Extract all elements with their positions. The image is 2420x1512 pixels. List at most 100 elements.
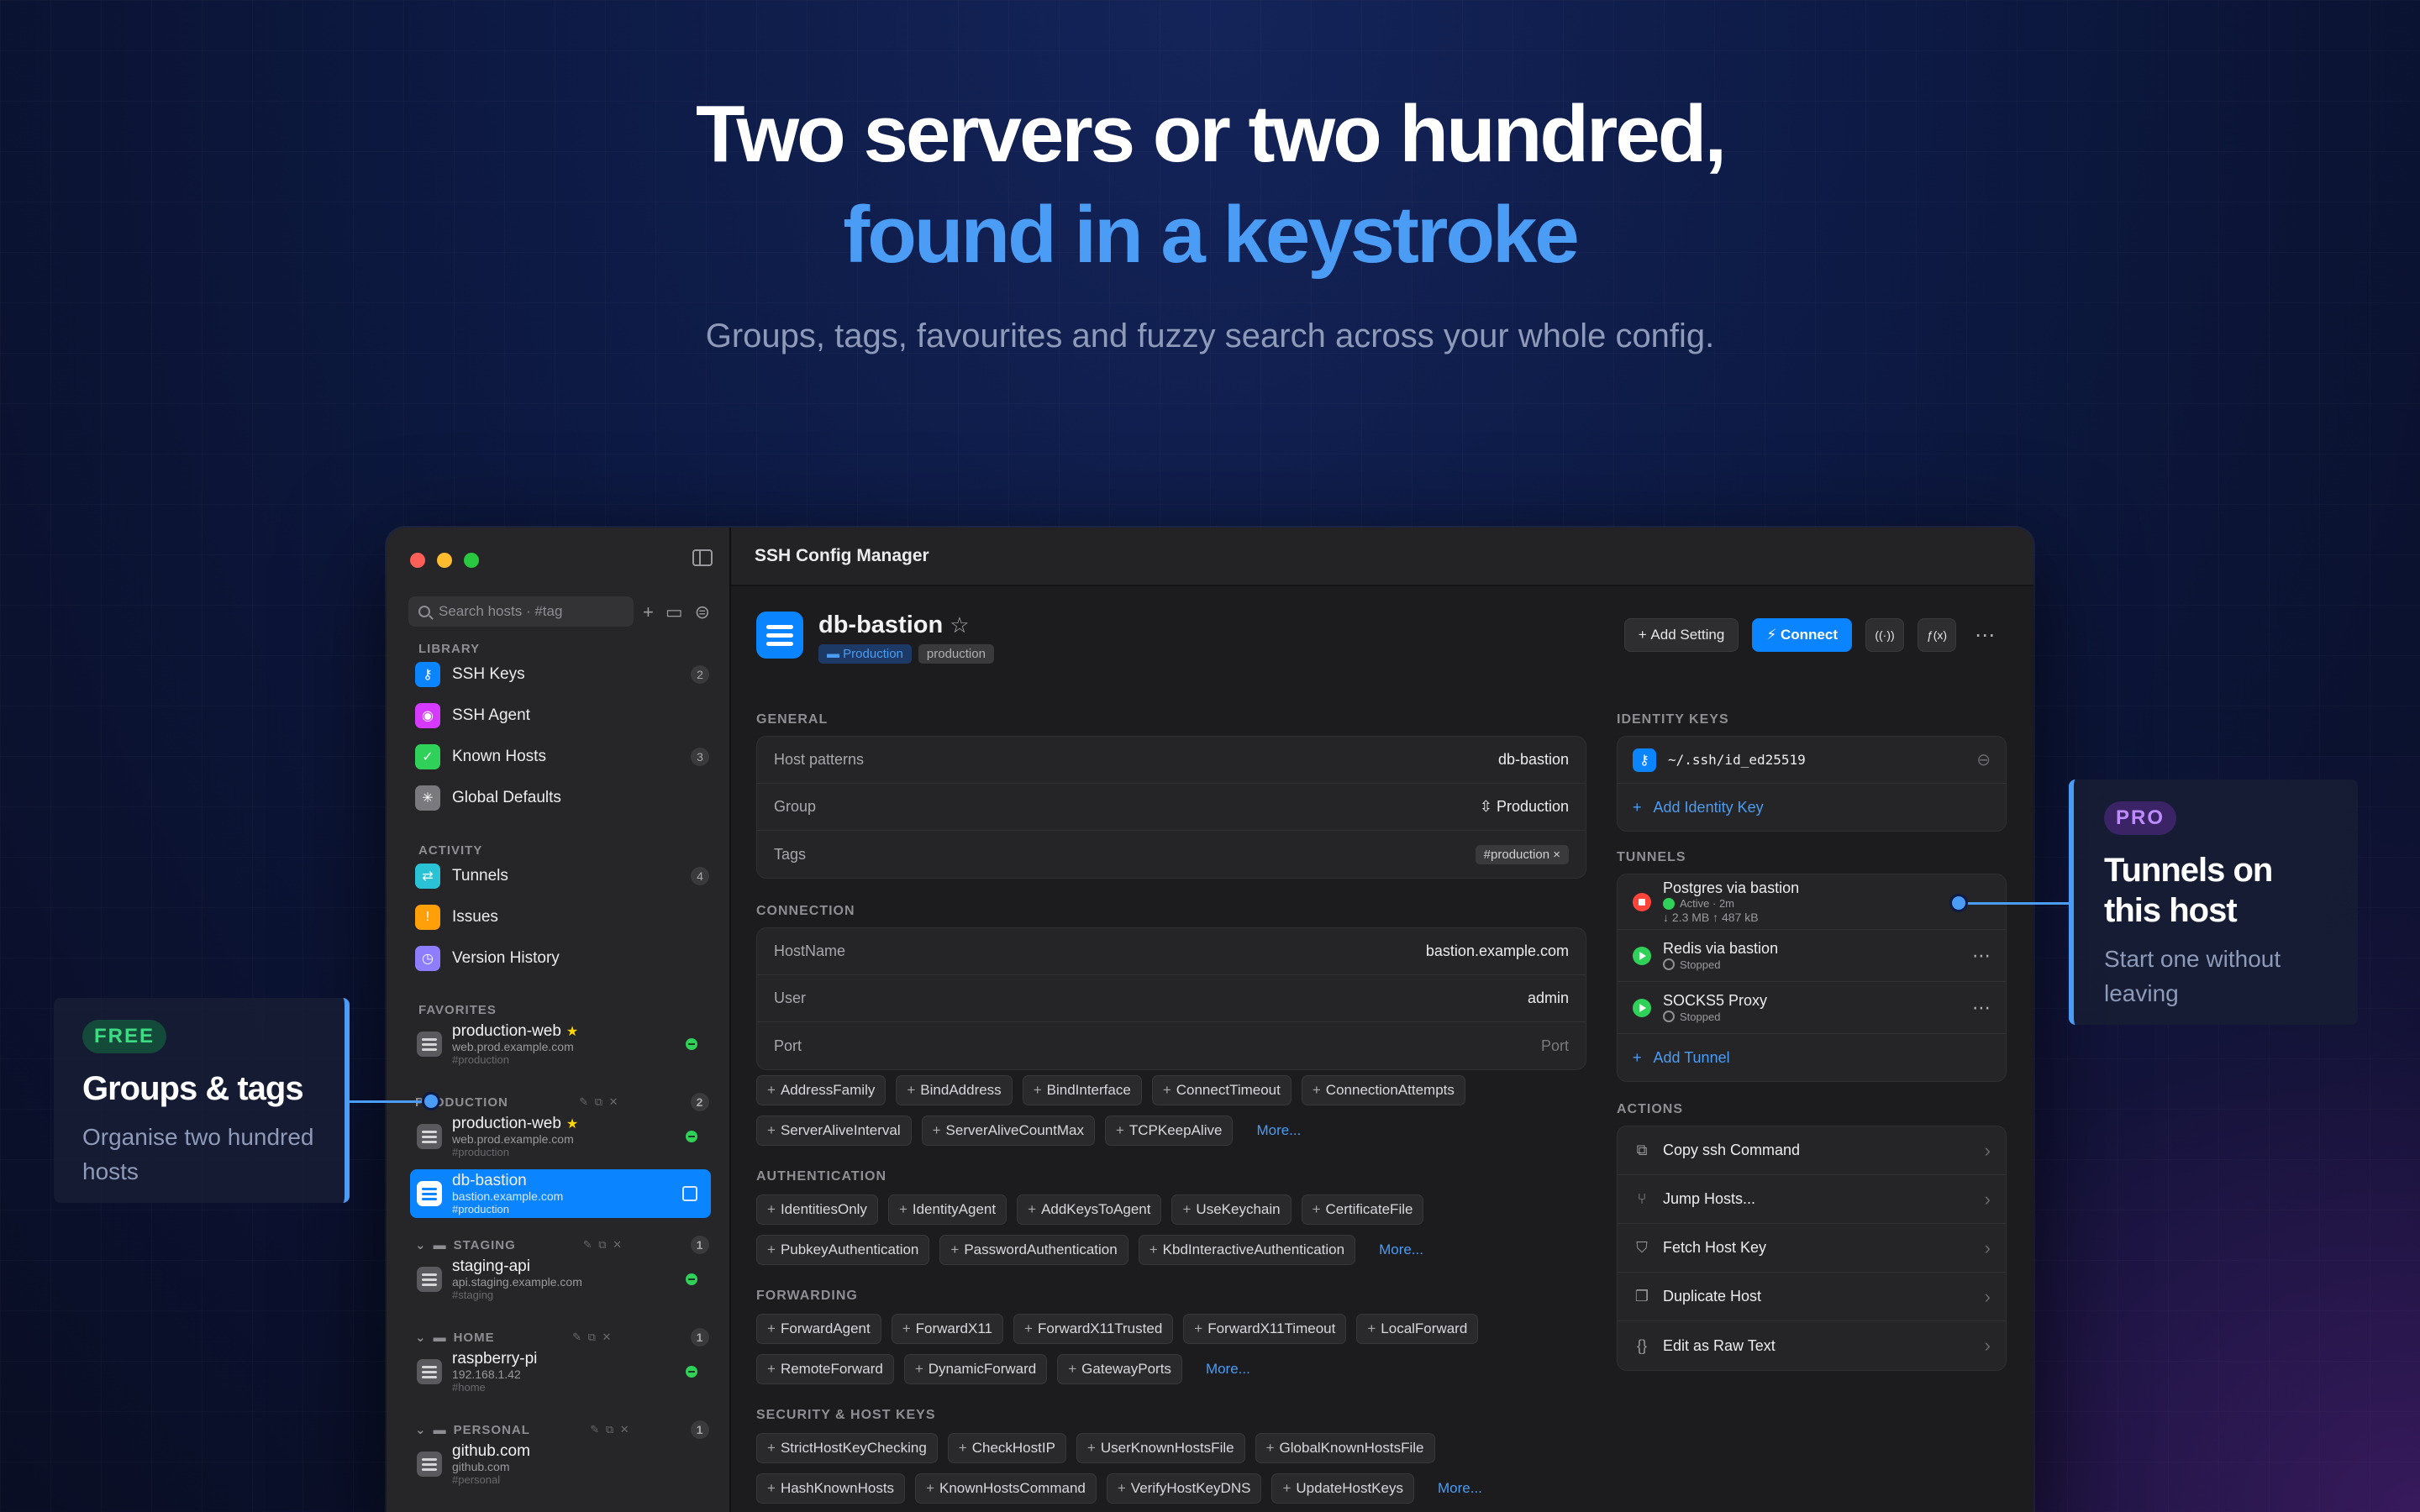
function-icon[interactable]: ƒ(x) xyxy=(1918,618,1956,652)
fetch-host-key-row[interactable]: ⛉ Fetch Host Key › xyxy=(1618,1224,2006,1273)
option-pill[interactable]: + ForwardX11 xyxy=(891,1314,1003,1344)
more-link[interactable]: More... xyxy=(1243,1116,1314,1146)
option-pill[interactable]: + PubkeyAuthentication xyxy=(756,1235,930,1265)
sidebar-item-known-hosts[interactable]: ✓ Known Hosts 3 xyxy=(415,740,709,774)
group-tools-icons[interactable]: ✎ ⧉ ✕ xyxy=(583,1238,623,1252)
more-link[interactable]: More... xyxy=(1192,1354,1264,1384)
duplicate-host-row[interactable]: ❐ Duplicate Host › xyxy=(1618,1273,2006,1321)
add-setting-button[interactable]: + Add Setting xyxy=(1623,618,1739,652)
sidebar-item-issues[interactable]: ! Issues xyxy=(415,900,709,934)
option-pill[interactable]: + ForwardX11Timeout xyxy=(1183,1314,1347,1344)
connect-button[interactable]: ⚡ Connect xyxy=(1752,618,1852,652)
more-options-icon[interactable]: ⋯ xyxy=(1972,997,1991,1019)
row-value[interactable]: db-bastion xyxy=(1498,751,1569,769)
tag-chip-removable[interactable]: #production × xyxy=(1475,844,1569,864)
option-pill[interactable]: + ConnectionAttempts xyxy=(1301,1075,1465,1105)
option-pill[interactable]: + KnownHostsCommand xyxy=(915,1473,1097,1504)
group-header-personal[interactable]: ⌄ ▬ PERSONAL ✎ ⧉ ✕ 1 xyxy=(415,1420,709,1440)
option-pill[interactable]: + LocalForward xyxy=(1356,1314,1479,1344)
row-value[interactable]: admin xyxy=(1528,990,1569,1007)
more-options-icon[interactable]: ⋯ xyxy=(1972,945,1991,967)
edit-raw-text-row[interactable]: {} Edit as Raw Text › xyxy=(1618,1321,2006,1370)
host-item-db-bastion-selected[interactable]: db-bastion bastion.example.com #producti… xyxy=(410,1169,711,1218)
option-pill[interactable]: + IdentitiesOnly xyxy=(756,1194,878,1225)
sidebar-item-ssh-agent[interactable]: ◉ SSH Agent xyxy=(415,699,709,732)
host-item-favorite-production-web[interactable]: production-web ★ web.prod.example.com #pr… xyxy=(410,1020,711,1068)
minimize-window-button[interactable] xyxy=(437,553,452,568)
sidebar-item-global-defaults[interactable]: ✳ Global Defaults xyxy=(415,781,709,815)
add-host-icon[interactable]: + xyxy=(643,601,654,623)
option-pill[interactable]: + BindInterface xyxy=(1022,1075,1142,1105)
option-pill[interactable]: + ForwardX11Trusted xyxy=(1013,1314,1174,1344)
port-row[interactable]: Port Port xyxy=(757,1022,1586,1069)
user-row[interactable]: User admin xyxy=(757,975,1586,1022)
more-link[interactable]: More... xyxy=(1424,1473,1496,1504)
option-pill[interactable]: + CheckHostIP xyxy=(947,1433,1066,1463)
group-select[interactable]: ⇳ Production xyxy=(1480,798,1569,816)
group-row[interactable]: Group ⇳ Production xyxy=(757,784,1586,831)
group-header-production[interactable]: PRODUCTION ✎ ⧉ ✕ 2 xyxy=(415,1092,709,1112)
sidebar-item-tunnels[interactable]: ⇄ Tunnels 4 xyxy=(415,859,709,893)
option-pill[interactable]: + DynamicForward xyxy=(903,1354,1048,1384)
broadcast-icon[interactable]: ((·)) xyxy=(1865,618,1904,652)
stop-icon[interactable] xyxy=(1633,892,1651,911)
option-pill[interactable]: + UseKeychain xyxy=(1171,1194,1292,1225)
option-pill[interactable]: + GatewayPorts xyxy=(1057,1354,1182,1384)
group-header-home[interactable]: ⌄ ▬ HOME ✎ ⧉ ✕ 1 xyxy=(415,1327,709,1347)
group-tools-icons[interactable]: ✎ ⧉ ✕ xyxy=(572,1331,613,1344)
option-pill[interactable]: + UpdateHostKeys xyxy=(1271,1473,1414,1504)
option-pill[interactable]: + BindAddress xyxy=(896,1075,1013,1105)
option-pill[interactable]: + TCPKeepAlive xyxy=(1104,1116,1234,1146)
search-input[interactable]: Search hosts · #tag xyxy=(408,596,634,627)
option-pill[interactable]: + UserKnownHostsFile xyxy=(1076,1433,1245,1463)
jump-hosts-row[interactable]: ⑂ Jump Hosts... › xyxy=(1618,1175,2006,1224)
sidebar-item-ssh-keys[interactable]: ⚷ SSH Keys 2 xyxy=(415,658,709,691)
host-item-staging-api[interactable]: staging-api api.staging.example.com #sta… xyxy=(410,1255,711,1304)
copy-ssh-command-row[interactable]: ⧉ Copy ssh Command › xyxy=(1618,1126,2006,1175)
zoom-window-button[interactable] xyxy=(464,553,479,568)
option-pill[interactable]: + VerifyHostKeyDNS xyxy=(1106,1473,1262,1504)
group-tools-icons[interactable]: ✎ ⧉ ✕ xyxy=(590,1423,630,1436)
option-pill[interactable]: + ServerAliveInterval xyxy=(756,1116,912,1146)
identity-key-row[interactable]: ⚷ ~/.ssh/id_ed25519 ⊖ xyxy=(1618,737,2006,784)
hostname-row[interactable]: HostName bastion.example.com xyxy=(757,928,1586,975)
sidebar-item-version-history[interactable]: ◷ Version History xyxy=(415,942,709,975)
option-pill[interactable]: + KbdInteractiveAuthentication xyxy=(1138,1235,1356,1265)
play-icon[interactable] xyxy=(1633,998,1651,1017)
add-identity-key-link[interactable]: Add Identity Key xyxy=(1654,799,1764,816)
remove-circle-icon[interactable]: ⊖ xyxy=(1976,749,1991,770)
sidebar-toggle-icon[interactable] xyxy=(692,549,713,566)
option-pill[interactable]: + RemoteForward xyxy=(756,1354,894,1384)
more-options-icon[interactable]: ⋯ xyxy=(1970,623,2000,648)
copy-icon[interactable] xyxy=(682,1186,697,1201)
filter-icon[interactable]: ⊜ xyxy=(695,601,710,623)
option-pill[interactable]: + GlobalKnownHostsFile xyxy=(1255,1433,1435,1463)
play-icon[interactable] xyxy=(1633,946,1651,965)
option-pill[interactable]: + ForwardAgent xyxy=(756,1314,881,1344)
option-pill[interactable]: + AddKeysToAgent xyxy=(1017,1194,1162,1225)
host-item-raspberry-pi[interactable]: raspberry-pi 192.168.1.42 #home xyxy=(410,1347,711,1396)
option-pill[interactable]: + AddressFamily xyxy=(756,1075,886,1105)
option-pill[interactable]: + IdentityAgent xyxy=(887,1194,1007,1225)
tags-row[interactable]: Tags #production × xyxy=(757,831,1586,878)
row-value[interactable]: bastion.example.com xyxy=(1426,942,1569,960)
tunnel-row[interactable]: SOCKS5 Proxy Stopped ⋯ xyxy=(1618,982,2006,1034)
add-identity-key-row[interactable]: + Add Identity Key xyxy=(1618,784,2006,831)
tunnel-row[interactable]: Redis via bastion Stopped ⋯ xyxy=(1618,930,2006,982)
option-pill[interactable]: + PasswordAuthentication xyxy=(939,1235,1128,1265)
group-tools-icons[interactable]: ✎ ⧉ ✕ xyxy=(579,1095,619,1109)
option-pill[interactable]: + CertificateFile xyxy=(1301,1194,1424,1225)
option-pill[interactable]: + StrictHostKeyChecking xyxy=(756,1433,938,1463)
favorite-star-icon[interactable]: ☆ xyxy=(950,612,969,638)
close-window-button[interactable] xyxy=(410,553,425,568)
tunnel-row[interactable]: Postgres via bastion Active · 2m ↓ 2.3 M… xyxy=(1618,874,2006,930)
group-header-staging[interactable]: ⌄ ▬ STAGING ✎ ⧉ ✕ 1 xyxy=(415,1235,709,1255)
option-pill[interactable]: + ServerAliveCountMax xyxy=(921,1116,1095,1146)
port-placeholder[interactable]: Port xyxy=(1541,1037,1569,1055)
group-chip[interactable]: ▬ Production xyxy=(818,644,912,664)
tag-chip[interactable]: production xyxy=(918,644,994,664)
more-link[interactable]: More... xyxy=(1365,1235,1437,1265)
host-patterns-row[interactable]: Host patterns db-bastion xyxy=(757,737,1586,784)
new-folder-icon[interactable]: ▭ xyxy=(666,601,683,623)
add-tunnel-row[interactable]: + Add Tunnel xyxy=(1618,1034,2006,1081)
